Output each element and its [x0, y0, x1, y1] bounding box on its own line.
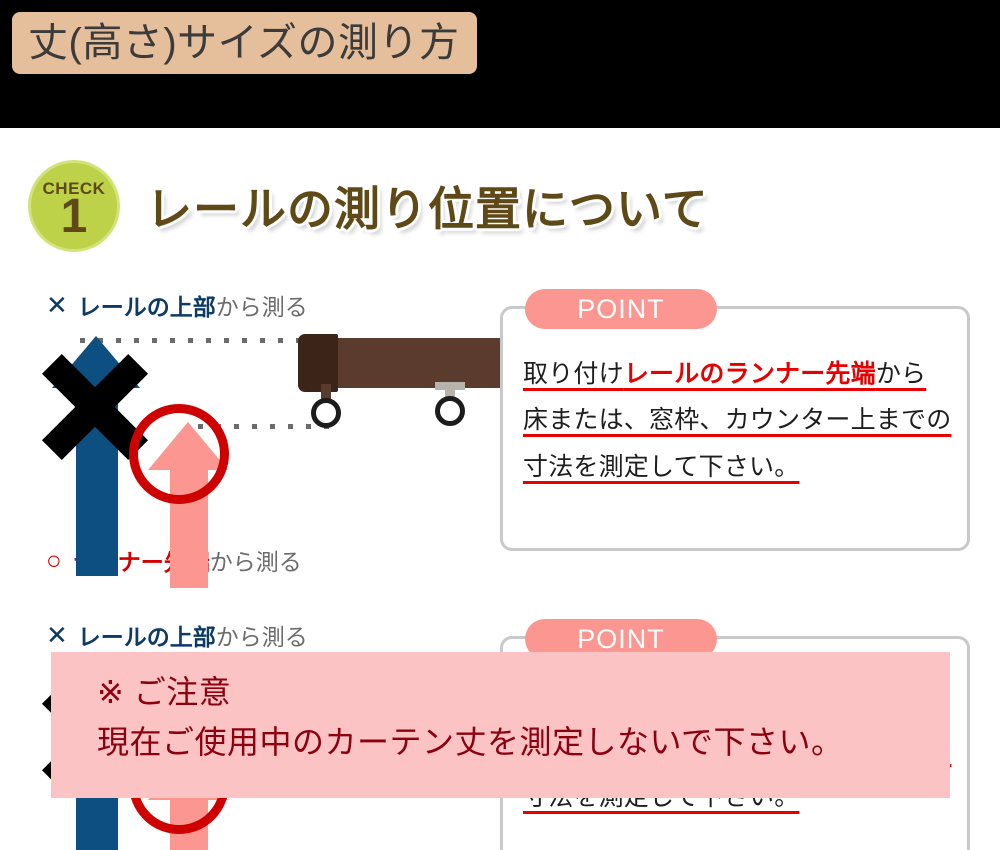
- cross-icon: ✕: [46, 290, 68, 320]
- caution-title: ※ ご注意: [97, 674, 232, 710]
- point-line1-end: から: [875, 360, 927, 388]
- cross-icon: ✕: [46, 620, 68, 650]
- page-root: 丈(高さ)サイズの測り方 CHECK 1 レールの測り位置について ✕ レールの…: [0, 0, 1000, 850]
- highlight-circle-icon: [129, 404, 229, 504]
- check-badge-number: 1: [60, 190, 88, 244]
- section-heading: レールの測り位置について: [146, 183, 709, 235]
- point-line1-hot: レールのランナー先端: [623, 360, 876, 388]
- runner-ring-icon: [435, 396, 465, 426]
- point-pill-label: POINT: [525, 289, 717, 329]
- point-line2: 床または、窓枠、カウンター上までの: [523, 406, 952, 435]
- wrong-method-label-2: ✕ レールの上部 から測る: [46, 618, 308, 652]
- point-body-text: 取り付けレールのランナー先端から 床または、窓枠、カウンター上までの 寸法を測定…: [523, 351, 953, 490]
- point-box-1: POINT 取り付けレールのランナー先端から 床または、窓枠、カウンター上までの…: [500, 289, 970, 551]
- check-heading-row: CHECK 1 レールの測り位置について: [28, 160, 709, 252]
- rail-diagram-1: [30, 326, 510, 588]
- wrong-label-emphasis: レールの上部: [77, 294, 216, 320]
- title-bar: 丈(高さ)サイズの測り方: [0, 0, 1000, 128]
- wrong-method-label-1: ✕ レールの上部 から測る: [46, 288, 308, 322]
- wrong-label-tail: から測る: [215, 624, 308, 650]
- wrong-label-tail: から測る: [215, 294, 308, 320]
- caution-notice-overlay: ※ ご注意 現在ご使用中のカーテン丈を測定しないで下さい。: [51, 652, 950, 798]
- wrong-label-emphasis: レールの上部: [77, 624, 216, 650]
- curtain-rail-body: [310, 338, 510, 388]
- runner-ring-icon: [311, 398, 341, 428]
- page-title: 丈(高さ)サイズの測り方: [12, 12, 478, 74]
- caution-body: 現在ご使用中のカーテン丈を測定しないで下さい。: [97, 723, 844, 760]
- check-badge: CHECK 1: [28, 160, 120, 252]
- curtain-rail-cap: [298, 334, 338, 392]
- point-line1-plain: 取り付け: [523, 360, 624, 388]
- point-line3: 寸法を測定して下さい。: [523, 452, 800, 481]
